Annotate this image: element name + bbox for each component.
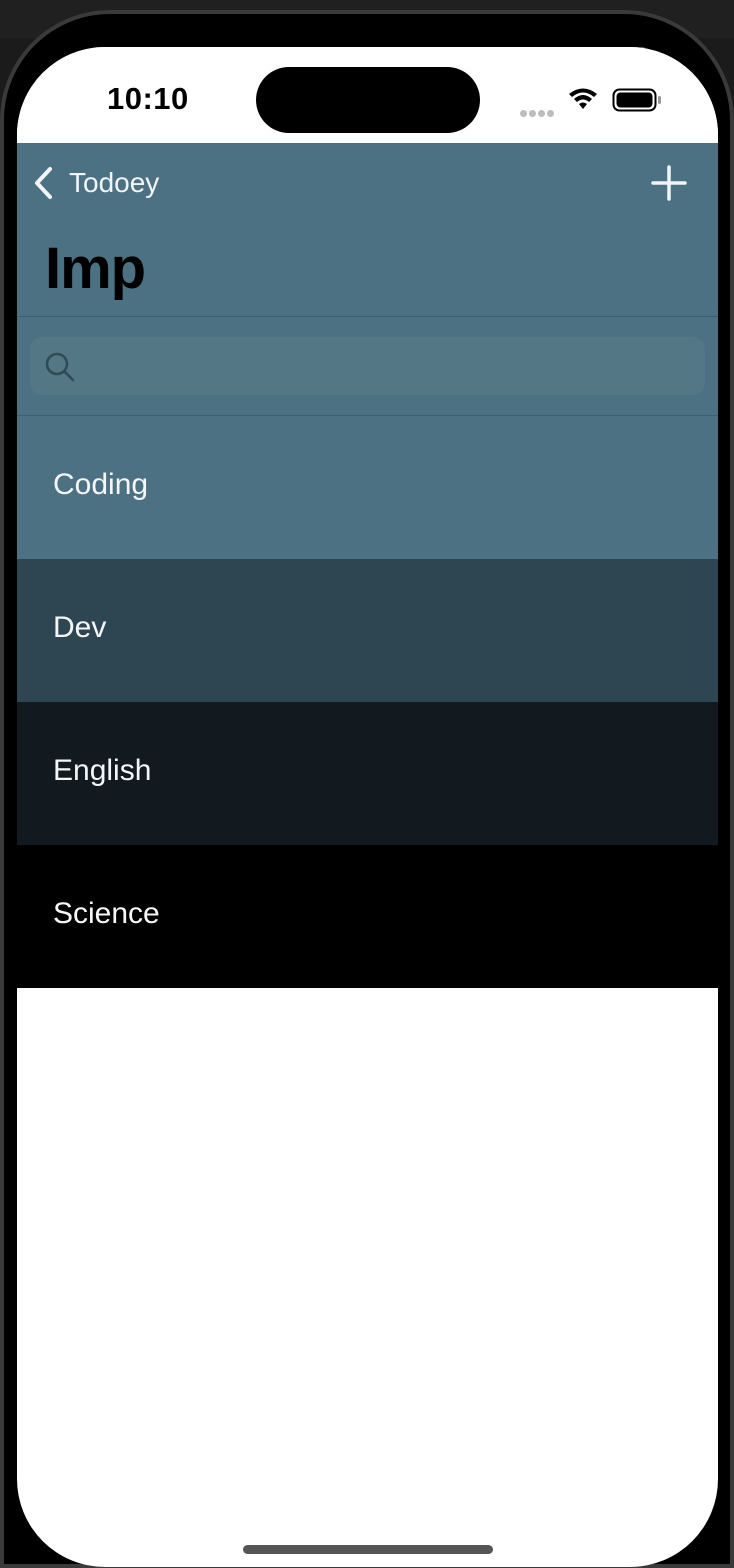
search-bar-container	[17, 317, 718, 416]
search-input[interactable]	[86, 337, 690, 397]
back-button[interactable]: Todoey	[31, 161, 159, 205]
dynamic-island	[256, 67, 480, 133]
category-list: Coding Dev English Science	[17, 416, 718, 988]
list-item[interactable]: Dev	[17, 559, 718, 702]
search-icon	[45, 352, 75, 382]
navigation-bar: Todoey Imp	[17, 143, 718, 317]
list-item-label: Dev	[53, 611, 107, 644]
list-item-label: Science	[53, 897, 160, 930]
list-item[interactable]: Coding	[17, 416, 718, 559]
phone-frame: 10:10 Todoey Imp Coding Dev English Scie…	[0, 10, 734, 1568]
list-item[interactable]: English	[17, 702, 718, 845]
plus-icon[interactable]	[649, 163, 689, 203]
phone-screen: 10:10 Todoey Imp Coding Dev English Scie…	[17, 47, 718, 1567]
search-field[interactable]	[30, 337, 705, 397]
list-item[interactable]: Science	[17, 845, 718, 988]
battery-icon	[612, 88, 661, 112]
list-item-label: English	[53, 754, 152, 787]
cellular-signal-icon	[520, 104, 556, 117]
home-indicator[interactable]	[243, 1545, 493, 1554]
page-title: Imp	[45, 236, 146, 301]
chevron-left-icon	[35, 167, 52, 199]
back-button-label: Todoey	[69, 167, 160, 198]
list-item-label: Coding	[53, 468, 149, 501]
status-bar: 10:10	[17, 47, 718, 143]
wifi-icon	[569, 88, 597, 109]
status-time: 10:10	[107, 81, 189, 116]
